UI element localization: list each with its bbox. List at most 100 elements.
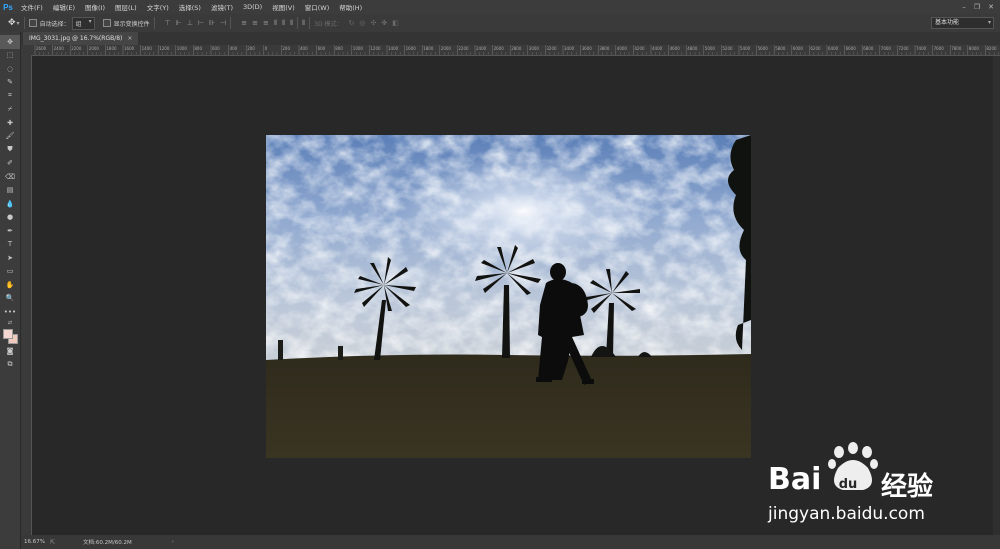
auto-select-checkbox[interactable] bbox=[28, 19, 37, 27]
color-swatches[interactable] bbox=[0, 327, 20, 345]
history-brush-tool-icon[interactable]: ✐ bbox=[0, 157, 20, 171]
ruler-tick-label: 600 bbox=[212, 46, 220, 51]
ruler-tick-label: 4800 bbox=[687, 46, 698, 51]
workspace-dropdown[interactable]: 基本功能 bbox=[931, 17, 994, 29]
ruler-tick-label: 3400 bbox=[564, 46, 575, 51]
move-tool-icon[interactable]: ✥ bbox=[8, 18, 16, 28]
paw-du-mark: du bbox=[839, 477, 858, 492]
menu-edit[interactable]: 编辑(E) bbox=[48, 2, 80, 12]
ruler-tick-label: 5000 bbox=[704, 46, 715, 51]
separator bbox=[23, 17, 25, 29]
screen-mode-icon[interactable]: ⧉ bbox=[0, 358, 20, 372]
swap-colors-icon[interactable]: ⇄ bbox=[0, 319, 20, 327]
options-bar: ✥ ▾ 自动选择： 组 显示变换控件 ⊤ ⊩ ⊥ ⊢ ⊪ ⊣ ≡ ≡ ≡ ⦀ ⦀… bbox=[0, 14, 1000, 33]
ruler-tick-label: 7200 bbox=[898, 46, 909, 51]
ruler-tick-label: 1800 bbox=[423, 46, 434, 51]
brush-tool-icon[interactable]: 🖌 bbox=[0, 130, 20, 144]
lasso-tool-icon[interactable]: ◌ bbox=[0, 62, 20, 76]
minimize-button[interactable]: – bbox=[962, 3, 966, 11]
dodge-tool-icon[interactable]: ● bbox=[0, 211, 20, 225]
align-hcenter-icon[interactable]: ⊪ bbox=[209, 19, 215, 27]
auto-select-dropdown[interactable]: 组 bbox=[71, 16, 95, 30]
ruler-tick-label: 6800 bbox=[863, 46, 874, 51]
menu-help[interactable]: 帮助(H) bbox=[334, 2, 367, 12]
eraser-tool-icon[interactable]: ⌫ bbox=[0, 170, 20, 184]
distribute-hcenter-icon[interactable]: ⦀ bbox=[282, 19, 285, 28]
distribute-top-icon[interactable]: ≡ bbox=[241, 19, 247, 28]
quick-select-tool-icon[interactable]: ✎ bbox=[0, 76, 20, 90]
eyedropper-tool-icon[interactable]: ⌿ bbox=[0, 103, 20, 117]
distribute-right-icon[interactable]: ⦀ bbox=[290, 19, 293, 28]
shape-tool-icon[interactable]: ▭ bbox=[0, 265, 20, 279]
menu-type[interactable]: 文字(Y) bbox=[142, 2, 174, 12]
rect-marquee-tool-icon[interactable]: ⬚ bbox=[0, 49, 20, 63]
watermark-brand-right: 经验 bbox=[881, 472, 934, 502]
type-tool-icon[interactable]: T bbox=[0, 238, 20, 252]
ruler-tick-label: 7600 bbox=[933, 46, 944, 51]
align-bottom-icon[interactable]: ⊥ bbox=[187, 19, 193, 27]
ruler-tick-label: 1600 bbox=[124, 46, 135, 51]
distribute-bottom-icon[interactable]: ≡ bbox=[263, 19, 269, 28]
ruler-origin[interactable] bbox=[21, 45, 31, 55]
3d-roll-icon[interactable]: ◎ bbox=[359, 19, 365, 27]
3d-rotate-icon[interactable]: ↻ bbox=[348, 19, 354, 27]
quick-mask-icon[interactable]: ◙ bbox=[0, 345, 20, 359]
auto-align-icon[interactable]: ⫴ bbox=[302, 19, 305, 28]
align-right-icon[interactable]: ⊣ bbox=[220, 19, 226, 27]
restore-button[interactable]: ❐ bbox=[974, 3, 980, 11]
menu-layer[interactable]: 图层(L) bbox=[110, 2, 142, 12]
distribute-left-icon[interactable]: ⦀ bbox=[274, 19, 277, 28]
baidu-watermark: du Bai 经验 jingyan.baidu.com bbox=[760, 442, 960, 532]
status-menu-arrow[interactable]: › bbox=[172, 539, 174, 545]
menu-filter[interactable]: 滤镜(T) bbox=[206, 2, 238, 12]
zoom-tool-icon[interactable]: 🔍 bbox=[0, 292, 20, 306]
ruler-tick-label: 2200 bbox=[71, 46, 82, 51]
ruler-tick-label: 8000 bbox=[968, 46, 979, 51]
menu-3d[interactable]: 3D(D) bbox=[238, 3, 267, 11]
3d-pan-icon[interactable]: ✣ bbox=[370, 19, 376, 27]
menu-image[interactable]: 图像(I) bbox=[80, 2, 110, 12]
3d-mode-group: ↻ ◎ ✣ ✤ ◧ bbox=[348, 19, 398, 27]
path-select-tool-icon[interactable]: ➤ bbox=[0, 251, 20, 265]
gradient-tool-icon[interactable]: ▤ bbox=[0, 184, 20, 198]
zoom-level[interactable]: 16.67% bbox=[21, 539, 50, 545]
share-icon[interactable]: ⇱ bbox=[50, 539, 55, 546]
clone-stamp-tool-icon[interactable]: ⛊ bbox=[0, 143, 20, 157]
foreground-color-swatch[interactable] bbox=[3, 328, 13, 339]
vertical-ruler[interactable] bbox=[21, 55, 32, 535]
ruler-tick-label: 400 bbox=[300, 46, 308, 51]
show-transform-checkbox[interactable] bbox=[102, 19, 111, 27]
healing-brush-tool-icon[interactable]: ✚ bbox=[0, 116, 20, 130]
ruler-tick-label: 2600 bbox=[36, 46, 47, 51]
ruler-tick-label: 1200 bbox=[159, 46, 170, 51]
close-button[interactable]: ✕ bbox=[988, 3, 994, 11]
menu-select[interactable]: 选择(S) bbox=[174, 2, 206, 12]
pen-tool-icon[interactable]: ✒ bbox=[0, 224, 20, 238]
tool-preset-dropdown-icon[interactable]: ▾ bbox=[17, 20, 20, 27]
align-group: ⊤ ⊩ ⊥ ⊢ ⊪ ⊣ bbox=[165, 19, 227, 27]
align-left-icon[interactable]: ⊢ bbox=[198, 19, 204, 27]
align-top-icon[interactable]: ⊤ bbox=[165, 19, 171, 27]
move-tool-icon[interactable]: ✥ bbox=[0, 35, 20, 49]
menu-window[interactable]: 窗口(W) bbox=[300, 2, 335, 12]
photoshop-logo[interactable]: Ps bbox=[0, 0, 16, 14]
horizontal-ruler[interactable]: 2600 2400 2200 2000 1800 1600 1400 1200 1000 800 6… bbox=[31, 45, 1000, 56]
crop-tool-icon[interactable]: ⌗ bbox=[0, 89, 20, 103]
more-tools-icon[interactable]: ••• bbox=[0, 305, 20, 319]
3d-scale-icon[interactable]: ◧ bbox=[392, 19, 399, 27]
menu-view[interactable]: 视图(V) bbox=[267, 2, 300, 12]
ruler-tick-label: 1400 bbox=[141, 46, 152, 51]
separator bbox=[153, 17, 155, 29]
menu-file[interactable]: 文件(F) bbox=[16, 2, 48, 12]
ruler-tick-label: 7400 bbox=[916, 46, 927, 51]
close-tab-icon[interactable]: × bbox=[127, 35, 132, 42]
document-tab[interactable]: IMG_3031.jpg @ 16.7%(RGB/8) × bbox=[23, 32, 139, 45]
distribute-vcenter-icon[interactable]: ≡ bbox=[252, 19, 258, 28]
3d-slide-icon[interactable]: ✤ bbox=[381, 19, 387, 27]
hand-tool-icon[interactable]: ✋ bbox=[0, 278, 20, 292]
vertical-scrollbar[interactable] bbox=[993, 56, 1000, 535]
align-vcenter-icon[interactable]: ⊩ bbox=[176, 19, 182, 27]
blur-tool-icon[interactable]: 💧 bbox=[0, 197, 20, 211]
ruler-tick-label: 7800 bbox=[951, 46, 962, 51]
tools-panel: ✥ ⬚ ◌ ✎ ⌗ ⌿ ✚ 🖌 ⛊ ✐ ⌫ ▤ 💧 ● ✒ T ➤ ▭ ✋ 🔍 … bbox=[0, 32, 21, 549]
